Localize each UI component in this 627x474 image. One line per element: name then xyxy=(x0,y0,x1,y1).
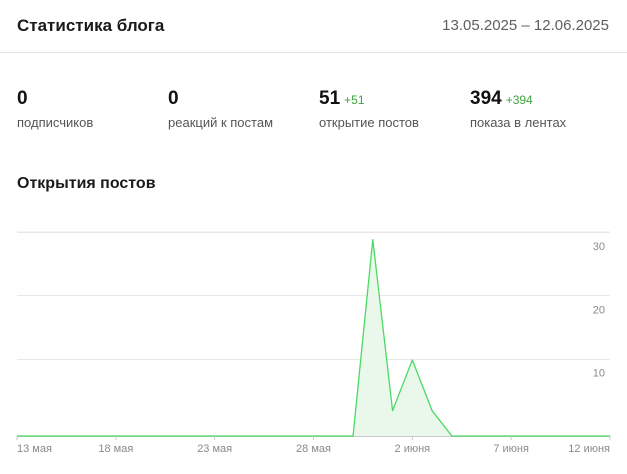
x-tick-label: 7 июня xyxy=(493,443,529,455)
series-line xyxy=(17,239,610,437)
y-tick-label: 20 xyxy=(593,304,605,316)
y-tick-label: 30 xyxy=(593,241,605,253)
x-tick-label: 28 мая xyxy=(296,443,331,455)
y-tick-label: 10 xyxy=(593,368,605,380)
x-tick-label: 18 мая xyxy=(98,443,133,455)
post-opens-chart: 10 20 30 13 мая 18 мая 23 мая 28 мая 2 июня 7 ию… xyxy=(16,231,611,455)
series-area xyxy=(17,239,610,436)
x-tick-label: 2 июня xyxy=(395,443,431,455)
x-tick-label: 12 июня xyxy=(568,443,610,455)
x-tick-label: 23 мая xyxy=(197,443,232,455)
x-tick-label: 13 мая xyxy=(17,443,52,455)
